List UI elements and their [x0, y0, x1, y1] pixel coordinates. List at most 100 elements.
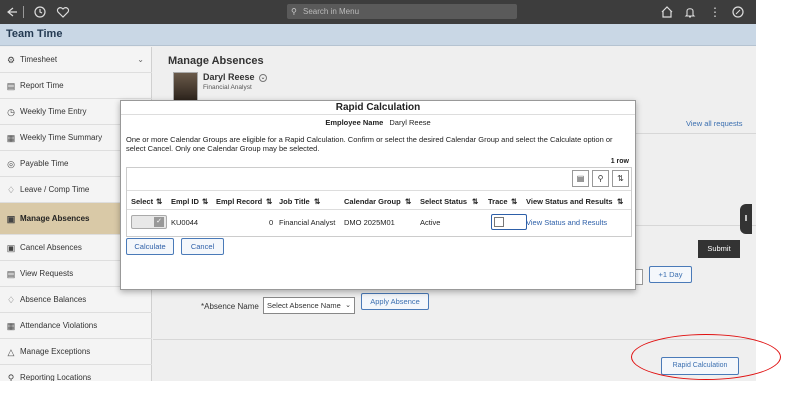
sort-icon[interactable]: ⇅	[266, 197, 272, 206]
back-icon[interactable]	[4, 5, 18, 19]
cell-empl-id: KU0044	[171, 218, 199, 227]
chevron-down-icon: ⌄	[137, 55, 144, 64]
view-all-requests-link[interactable]: View all requests	[686, 119, 743, 128]
search-input[interactable]: ⚲ Search in Menu	[287, 4, 517, 19]
date-field[interactable]	[635, 269, 643, 285]
sidebar-item-label: Manage Exceptions	[20, 347, 91, 356]
page-title: Manage Absences	[168, 55, 264, 67]
sidebar-item-label: Timesheet	[20, 55, 58, 64]
col-select-status[interactable]: Select Status	[420, 197, 467, 206]
modal-title: Rapid Calculation	[121, 101, 635, 115]
calculate-button[interactable]: Calculate	[126, 238, 174, 255]
apply-absence-button[interactable]: Apply Absence	[361, 293, 429, 310]
sidebar-item-label: Absence Balances	[20, 295, 87, 304]
sidebar-item-manage-exceptions[interactable]: △ Manage Exceptions	[0, 339, 152, 365]
sort-icon[interactable]: ⇅	[202, 197, 208, 206]
location-icon: ⚲	[7, 373, 15, 381]
trace-checkbox[interactable]	[491, 214, 527, 230]
cell-empl-record: 0	[269, 218, 274, 227]
sort-icon[interactable]: ⇅	[617, 197, 623, 206]
calendar-group-grid: ▤ ⚲ ⇅ Select ⇅ Empl ID ⇅ Empl Record ⇅ Job…	[126, 167, 632, 237]
sort-icon[interactable]: ⇅	[156, 197, 162, 206]
search-placeholder: Search in Menu	[303, 7, 360, 16]
search-icon[interactable]: ⚲	[592, 170, 609, 187]
favorites-icon[interactable]	[56, 5, 70, 19]
sidebar-item-attendance-violations[interactable]: ▦ Attendance Violations	[0, 313, 152, 339]
cancel-button[interactable]: Cancel	[181, 238, 224, 255]
view-status-link[interactable]: View Status and Results	[526, 218, 607, 227]
sort-icon[interactable]: ⇅	[314, 197, 320, 206]
sidebar-item-label: Report Time	[20, 81, 64, 90]
col-trace[interactable]: Trace	[488, 197, 508, 206]
report-time-icon: ▤	[6, 81, 16, 91]
checkmark-icon: ✓	[154, 217, 164, 227]
home-icon[interactable]	[660, 5, 674, 19]
employee-name-label: Employee Name	[325, 118, 384, 127]
col-empl-id[interactable]: Empl ID	[171, 197, 199, 206]
sidebar-item-label: Payable Time	[20, 159, 69, 168]
sidebar-item-label: View Requests	[20, 269, 74, 278]
sidebar-item-label: Manage Absences	[20, 214, 90, 223]
sort-icon[interactable]: ⇅	[405, 197, 411, 206]
row-count: 1 row	[610, 158, 629, 165]
leave-icon: ♢	[6, 185, 16, 195]
col-empl-record[interactable]: Empl Record	[216, 197, 262, 206]
sort-icon[interactable]: ⇅	[612, 170, 629, 187]
top-navbar: ⚲ Search in Menu ⋮	[0, 0, 756, 24]
employee-name[interactable]: Daryl Reese ⌄	[203, 72, 268, 82]
highlight-annotation	[631, 334, 781, 380]
clock-icon: ◷	[7, 107, 15, 117]
actions-icon[interactable]: ⋮	[708, 5, 722, 19]
modal-instructions: One or more Calendar Groups are eligible…	[126, 135, 613, 153]
cell-calendar-group: DMO 2025M01	[344, 218, 395, 227]
employee-job-title: Financial Analyst	[203, 84, 252, 91]
requests-icon: ▤	[6, 269, 16, 279]
employee-name-text: Daryl Reese	[203, 72, 255, 82]
sidebar-item-report-time[interactable]: ▤ Report Time	[0, 73, 152, 99]
cancel-icon: ▣	[6, 243, 16, 253]
app-frame: ⚲ Search in Menu ⋮ Team Time ⚙ Timesheet…	[0, 0, 756, 381]
divider	[23, 6, 24, 18]
notifications-icon[interactable]	[683, 5, 697, 19]
grid-header: Select ⇅ Empl ID ⇅ Empl Record ⇅ Job Tit…	[127, 190, 631, 210]
sidebar-item-reporting-locations[interactable]: ⚲ Reporting Locations	[0, 365, 152, 381]
employee-name-value: Daryl Reese	[389, 118, 431, 127]
absence-name-select[interactable]: Select Absence Name ⌄	[263, 297, 355, 314]
sidebar-item-absence-balances[interactable]: ♢ Absence Balances	[0, 287, 152, 313]
plus-one-day-button[interactable]: +1 Day	[649, 266, 692, 283]
payable-icon: ◎	[7, 159, 15, 169]
col-job-title[interactable]: Job Title	[279, 197, 310, 206]
select-checkbox[interactable]: ✓	[131, 215, 167, 229]
absence-name-label: *Absence Name	[201, 302, 259, 311]
side-panel-toggle[interactable]: ‖	[740, 204, 752, 234]
sidebar-item-label: Weekly Time Summary	[20, 133, 103, 142]
balance-icon: ♢	[6, 295, 16, 305]
sidebar-item-timesheet[interactable]: ⚙ Timesheet ⌄	[0, 47, 152, 73]
grid-toolbar: ▤ ⚲ ⇅	[569, 170, 629, 187]
rapid-calculation-modal: Rapid Calculation Employee Name Daryl Re…	[120, 100, 636, 290]
cell-job-title: Financial Analyst	[279, 218, 336, 227]
timesheet-icon: ⚙	[6, 55, 16, 65]
search-icon: ⚲	[291, 7, 297, 16]
more-info-icon[interactable]: ⌄	[259, 73, 268, 82]
avatar	[173, 72, 198, 102]
modal-employee-row: Employee Name Daryl Reese	[121, 118, 635, 127]
col-select[interactable]: Select	[131, 197, 153, 206]
sort-icon[interactable]: ⇅	[511, 197, 517, 206]
history-icon[interactable]	[33, 5, 47, 19]
col-view-status[interactable]: View Status and Results	[526, 197, 613, 206]
app-header: Team Time	[0, 24, 756, 46]
app-title: Team Time	[6, 28, 63, 40]
sidebar-item-label: Attendance Violations	[20, 321, 98, 330]
briefcase-icon: ▣	[6, 214, 16, 224]
col-calendar-group[interactable]: Calendar Group	[344, 197, 401, 206]
warning-icon: △	[7, 347, 15, 357]
absence-name-value: Select Absence Name	[267, 301, 341, 310]
sidebar-item-label: Leave / Comp Time	[20, 185, 90, 194]
navbar-icon[interactable]	[731, 5, 745, 19]
sidebar-item-label: Reporting Locations	[20, 373, 92, 381]
violation-icon: ▦	[6, 321, 16, 331]
personalize-icon[interactable]: ▤	[572, 170, 589, 187]
submit-button[interactable]: Submit	[698, 240, 740, 258]
sort-icon[interactable]: ⇅	[472, 197, 478, 206]
